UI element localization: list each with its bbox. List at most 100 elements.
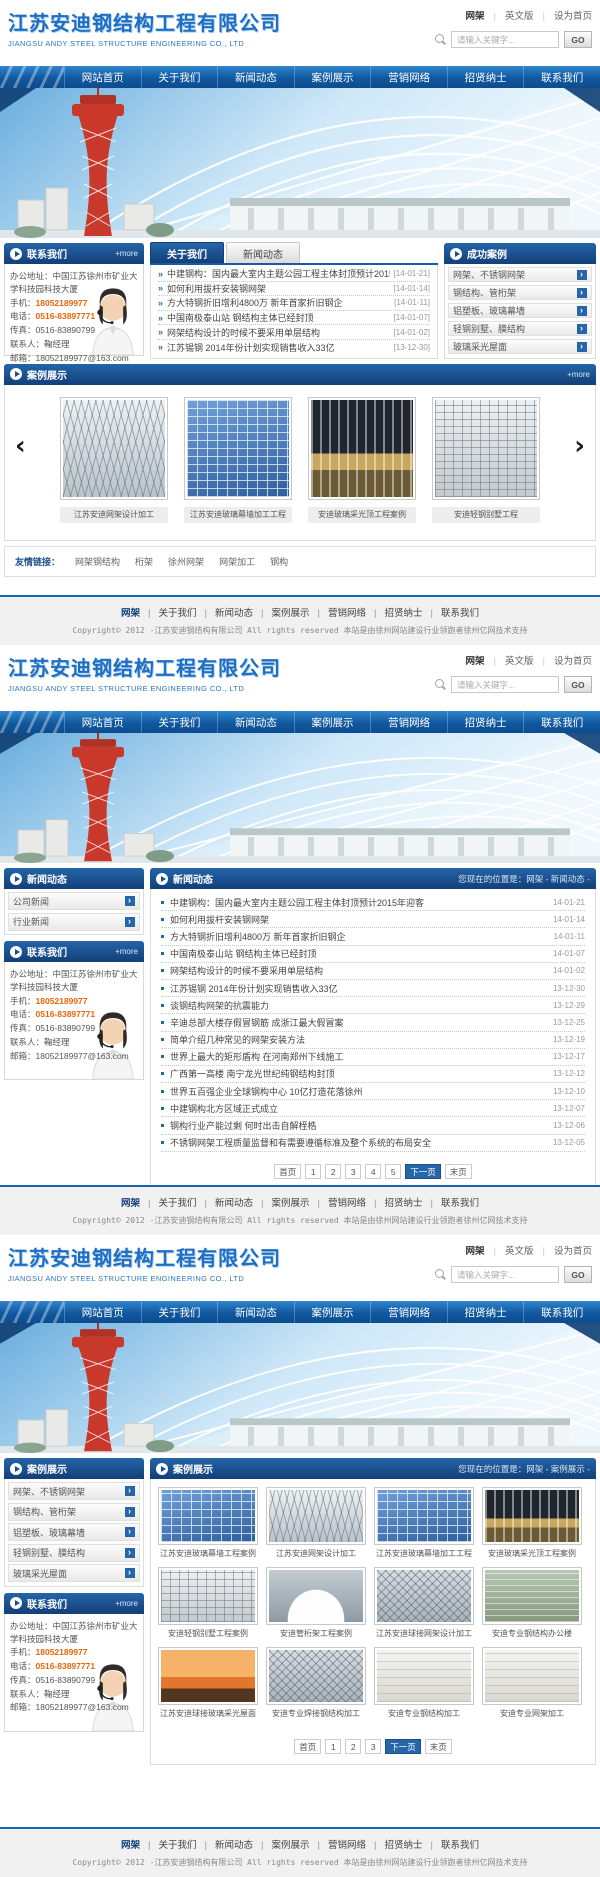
nav-item[interactable]: 关于我们	[141, 1301, 218, 1323]
case-category-item[interactable]: 铝塑板、玻璃幕墙	[8, 1523, 140, 1541]
top-link[interactable]: 英文版	[485, 653, 534, 667]
search-go-button[interactable]: GO	[564, 1266, 592, 1283]
search-go-button[interactable]: GO	[564, 31, 592, 48]
news-row[interactable]: 世界上最大的矩形盾构 在河南郑州下线施工13-12-17	[161, 1049, 585, 1066]
top-link[interactable]: 英文版	[485, 1243, 534, 1257]
pager-page[interactable]: 3	[345, 1164, 361, 1179]
search-input[interactable]	[451, 31, 559, 48]
top-link[interactable]: 英文版	[485, 8, 534, 22]
nav-item[interactable]: 招贤纳士	[447, 711, 524, 733]
nav-item[interactable]: 营销网络	[370, 711, 447, 733]
pager-first[interactable]: 首页	[294, 1739, 321, 1754]
footer-link[interactable]: 招贤纳士	[366, 1837, 422, 1851]
top-link[interactable]: 网架	[466, 653, 485, 667]
news-row[interactable]: »如何利用拔杆安装钢网架[14-01-14]	[158, 282, 430, 297]
nav-item[interactable]: 联系我们	[523, 711, 600, 733]
footer-link[interactable]: 关于我们	[140, 1837, 196, 1851]
case-item[interactable]: 江苏安迪网架设计加工	[266, 1487, 366, 1559]
news-row[interactable]: »方大特钢折旧增利4800万 新年首家折旧钢企[14-01-11]	[158, 296, 430, 311]
top-link[interactable]: 网架	[466, 8, 485, 22]
news-row[interactable]: 钢构行业产能过剩 何时出击自解桎梏13-12-06	[161, 1117, 585, 1134]
nav-item[interactable]: 案例展示	[294, 711, 371, 733]
showcase-thumbnail[interactable]	[60, 397, 168, 500]
news-row[interactable]: 方大特钢折旧增利4800万 新年首家折旧钢企14-01-11	[161, 928, 585, 945]
news-row[interactable]: »中建钢构：国内最大室内主题公园工程主体封顶预计2015…[14-01-21]	[158, 267, 430, 282]
footer-link[interactable]: 关于我们	[140, 605, 196, 619]
nav-item[interactable]: 营销网络	[370, 66, 447, 88]
news-row[interactable]: 江苏锡钢 2014年份计划实现销售收入33亿13-12-30	[161, 980, 585, 997]
case-item[interactable]: 江苏安迪玻璃幕墙工程案例	[158, 1487, 258, 1559]
news-tab[interactable]: 新闻动态	[226, 242, 300, 263]
logo[interactable]: 江苏安迪钢结构工程有限公司 JIANGSU ANDY STEEL STRUCTU…	[8, 1242, 281, 1301]
pager-page[interactable]: 1	[305, 1164, 321, 1179]
news-row[interactable]: »网架结构设计的时候不要采用单层结构[14-01-02]	[158, 325, 430, 340]
footer-link[interactable]: 联系我们	[422, 605, 478, 619]
friend-link[interactable]: 网架加工	[219, 555, 255, 568]
nav-item[interactable]: 招贤纳士	[447, 1301, 524, 1323]
nav-item[interactable]: 新闻动态	[217, 1301, 294, 1323]
nav-item[interactable]: 网站首页	[64, 66, 141, 88]
friend-link[interactable]: 徐州网架	[168, 555, 204, 568]
more-link[interactable]: +more	[115, 249, 138, 258]
news-row[interactable]: 中建钢构北方区域正式成立13-12-07	[161, 1100, 585, 1117]
news-category-item[interactable]: 公司新闻	[8, 892, 140, 910]
case-item[interactable]: 安迪玻璃采光顶工程案例	[482, 1487, 582, 1559]
footer-link[interactable]: 案例展示	[253, 1837, 309, 1851]
case-category-item[interactable]: 玻璃采光屋面	[8, 1564, 140, 1582]
footer-link[interactable]: 招贤纳士	[366, 1195, 422, 1209]
showcase-caption[interactable]: 江苏安迪玻璃幕墙加工工程	[184, 507, 292, 523]
news-row[interactable]: »江苏锡钢 2014年份计划实现销售收入33亿[13-12-30]	[158, 340, 430, 355]
friend-link[interactable]: 网架钢结构	[75, 555, 120, 568]
showcase-caption[interactable]: 江苏安迪网架设计加工	[60, 507, 168, 523]
news-row[interactable]: 如何利用拔杆安装钢网架14-01-14	[161, 911, 585, 928]
nav-item[interactable]: 关于我们	[141, 711, 218, 733]
showcase-more-link[interactable]: +more	[567, 370, 590, 379]
more-link[interactable]: +more	[115, 947, 138, 956]
footer-link[interactable]: 新闻动态	[197, 1195, 253, 1209]
more-link[interactable]: +more	[115, 1599, 138, 1608]
logo[interactable]: 江苏安迪钢结构工程有限公司 JIANGSU ANDY STEEL STRUCTU…	[8, 7, 281, 66]
nav-item[interactable]: 网站首页	[64, 711, 141, 733]
news-row[interactable]: »中国南极泰山站 钢结构主体已经封顶[14-01-07]	[158, 311, 430, 326]
case-category-item[interactable]: 钢结构、管桁架	[448, 285, 592, 300]
nav-item[interactable]: 关于我们	[141, 66, 218, 88]
news-row[interactable]: 世界五百强企业全球钢构中心 10亿打造花落徐州13-12-10	[161, 1083, 585, 1100]
footer-link[interactable]: 新闻动态	[197, 605, 253, 619]
friend-link[interactable]: 钢构	[270, 555, 288, 568]
case-category-item[interactable]: 轻钢别墅、膜结构	[8, 1544, 140, 1562]
case-item[interactable]: 江苏安迪球接网架设计加工	[374, 1567, 474, 1639]
footer-link[interactable]: 关于我们	[140, 1195, 196, 1209]
pager-page[interactable]: 3	[365, 1739, 381, 1754]
case-category-item[interactable]: 钢结构、管桁架	[8, 1503, 140, 1521]
news-category-item[interactable]: 行业新闻	[8, 913, 140, 931]
pager-page[interactable]: 4	[365, 1164, 381, 1179]
case-item[interactable]: 安迪管桁架工程案例	[266, 1567, 366, 1639]
news-row[interactable]: 辛迪总部大楼存假冒钢筋 成浙江最大假冒案13-12-25	[161, 1014, 585, 1031]
news-row[interactable]: 网架结构设计的时候不要采用单层结构14-01-02	[161, 963, 585, 980]
case-item[interactable]: 安迪专业焊接钢结构加工	[266, 1647, 366, 1719]
top-link[interactable]: 设为首页	[534, 653, 592, 667]
pager-last[interactable]: 末页	[445, 1164, 472, 1179]
news-row[interactable]: 广西第一高楼 南宁龙光世纪纯钢结构封顶13-12-12	[161, 1066, 585, 1083]
carousel-prev-arrow[interactable]: ‹	[15, 431, 26, 461]
nav-item[interactable]: 招贤纳士	[447, 66, 524, 88]
showcase-thumbnail[interactable]	[432, 397, 540, 500]
case-category-item[interactable]: 玻璃采光屋面	[448, 339, 592, 354]
footer-link[interactable]: 营销网络	[310, 1837, 366, 1851]
footer-link[interactable]: 联系我们	[422, 1195, 478, 1209]
pager-last[interactable]: 末页	[425, 1739, 452, 1754]
pager-page[interactable]: 2	[325, 1164, 341, 1179]
pager-next[interactable]: 下一页	[405, 1164, 441, 1179]
nav-item[interactable]: 网站首页	[64, 1301, 141, 1323]
news-row[interactable]: 不锈钢网架工程质量监督和有需要遵循标准及整个系统的布局安全13-12-05	[161, 1135, 585, 1152]
case-category-item[interactable]: 网架、不锈钢网架	[448, 267, 592, 282]
footer-link[interactable]: 网架	[121, 1195, 140, 1209]
nav-item[interactable]: 案例展示	[294, 66, 371, 88]
top-link[interactable]: 设为首页	[534, 8, 592, 22]
case-item[interactable]: 安迪专业钢结构办公楼	[482, 1567, 582, 1639]
showcase-caption[interactable]: 安迪玻璃采光顶工程案例	[308, 507, 416, 523]
top-link[interactable]: 设为首页	[534, 1243, 592, 1257]
case-category-item[interactable]: 铝塑板、玻璃幕墙	[448, 303, 592, 318]
news-row[interactable]: 谈钢结构网架的抗震能力13-12-29	[161, 997, 585, 1014]
pager-page[interactable]: 2	[345, 1739, 361, 1754]
